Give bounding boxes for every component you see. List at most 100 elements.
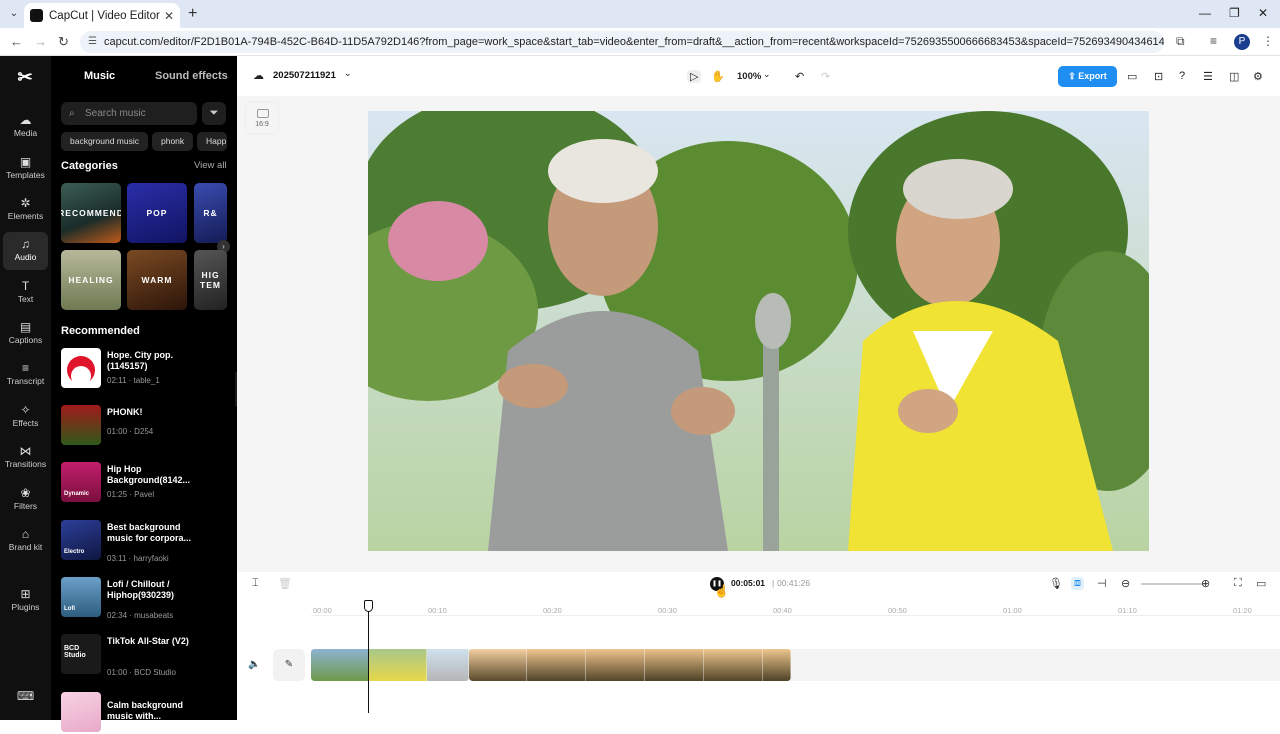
nav-filters[interactable]: ❀ Filters	[3, 481, 48, 519]
text-icon: T	[21, 279, 30, 293]
playhead-handle[interactable]	[364, 600, 373, 612]
zoom-chevron-icon[interactable]: ⌄	[763, 69, 771, 80]
tick-label: 01:10	[1118, 606, 1137, 615]
new-tab-icon[interactable]: +	[188, 5, 197, 23]
notifications-icon[interactable]: ⊡	[1154, 70, 1163, 83]
nav-brand-kit[interactable]: ⌂ Brand kit	[3, 522, 48, 566]
tab-music[interactable]: Music	[84, 70, 115, 82]
zoom-out-icon[interactable]: ⊖	[1121, 577, 1130, 590]
undo-icon[interactable]: ↶	[795, 70, 804, 83]
track-name: TikTok All-Star (V2)	[107, 636, 189, 646]
fit-timeline-icon[interactable]: ⛶	[1234, 577, 1242, 590]
aspect-ratio-button[interactable]: 16:9	[245, 101, 279, 134]
track-item[interactable]: Lofi Lofi / Chillout / Hiphop(930239) 02…	[61, 577, 231, 620]
site-info-icon[interactable]: ☰	[88, 31, 97, 53]
minimize-icon[interactable]: —	[1199, 6, 1211, 20]
layout-icon[interactable]: ◫	[1229, 70, 1239, 83]
category-recommend[interactable]: RECOMMEND	[61, 183, 121, 243]
project-name[interactable]: 202507211921	[273, 70, 336, 81]
category-high-tempo[interactable]: HIG TEM	[194, 250, 227, 310]
cloud-save-icon[interactable]: ☁	[253, 69, 264, 82]
forward-icon[interactable]: →	[34, 34, 47, 49]
close-window-icon[interactable]: ✕	[1258, 6, 1268, 20]
browser-tab-strip: ⌄ CapCut | Video Editor | All-In-O ✕ + —…	[0, 0, 1280, 28]
category-healing[interactable]: HEALING	[61, 250, 121, 310]
track-name: Best background music for corpora...	[107, 522, 192, 543]
zoom-in-icon[interactable]: ⊕	[1201, 577, 1210, 590]
music-note-icon: ♫	[21, 237, 30, 251]
effects-icon: ✧	[20, 403, 31, 417]
menu-icon[interactable]: ⋮	[1262, 34, 1274, 48]
reload-icon[interactable]: ↻	[58, 34, 69, 50]
track-item[interactable]: Electro Best background music for corpor…	[61, 520, 231, 563]
video-clip[interactable]	[311, 649, 469, 681]
nav-elements[interactable]: ✲ Elements	[3, 191, 48, 229]
transitions-icon: ⋈	[19, 444, 32, 458]
split-icon[interactable]: ⌶	[252, 577, 259, 590]
filter-icon[interactable]: ⏷	[202, 102, 226, 125]
delete-icon[interactable]: 🗑	[278, 577, 292, 590]
zoom-level[interactable]: 100%	[737, 71, 761, 82]
restore-icon[interactable]: ❐	[1229, 6, 1240, 20]
nav-captions[interactable]: ▤ Captions	[3, 315, 48, 353]
tick-label: 00:00	[313, 606, 332, 615]
time-ruler[interactable]	[311, 615, 1280, 616]
extensions-icon[interactable]: ⧉	[1176, 34, 1185, 49]
playhead[interactable]	[368, 600, 369, 713]
video-preview[interactable]	[368, 111, 1149, 551]
close-tab-icon[interactable]: ✕	[164, 9, 174, 23]
browser-tab[interactable]: CapCut | Video Editor | All-In-O ✕	[24, 3, 180, 28]
split-scene-icon[interactable]: ⊣	[1097, 577, 1107, 590]
redo-icon[interactable]: ↷	[821, 70, 830, 83]
nav-transcript[interactable]: ≡ Transcript	[3, 356, 48, 394]
category-rnb[interactable]: R&	[194, 183, 227, 243]
media-controls-icon[interactable]: ≡	[1210, 34, 1217, 48]
capcut-logo[interactable]: ✂	[15, 68, 35, 86]
nav-text[interactable]: T Text	[3, 274, 48, 312]
chip-phonk[interactable]: phonk	[152, 132, 194, 151]
keyboard-shortcuts-icon[interactable]: ⌨	[3, 684, 48, 708]
nav-templates[interactable]: ▣ Templates	[3, 150, 48, 188]
tick-label: 00:10	[428, 606, 447, 615]
project-menu-chevron-icon[interactable]: ⌄	[344, 68, 352, 79]
timeline-zoom-slider[interactable]	[1141, 583, 1207, 585]
track-item[interactable]: PHONK! 01:00 · D254	[61, 405, 231, 447]
category-pop[interactable]: POP	[127, 183, 187, 243]
track-thumbnail: Lofi	[61, 577, 101, 617]
hand-pan-icon[interactable]: ✋	[711, 70, 725, 83]
track-volume-icon[interactable]: 🔈	[248, 659, 260, 670]
track-item[interactable]: Hope. City pop.(1145157) 02:11 · table_1	[61, 348, 231, 390]
chip-background-music[interactable]: background music	[61, 132, 148, 151]
track-item[interactable]: Dynamic Hip Hop Background(8142... 01:25…	[61, 462, 231, 504]
stack-icon[interactable]: ☰	[1203, 70, 1213, 83]
comment-icon[interactable]: ▭	[1256, 577, 1266, 590]
nav-audio[interactable]: ♫ Audio	[3, 232, 48, 270]
track-meta: 02:34 · musabeats	[107, 611, 174, 620]
track-item[interactable]: Calm background music with...	[61, 692, 231, 734]
category-warm[interactable]: WARM	[127, 250, 187, 310]
chip-happy[interactable]: Happ	[197, 132, 227, 151]
nav-media[interactable]: ☁ Media	[3, 108, 48, 146]
video-clip[interactable]	[469, 649, 791, 681]
microphone-icon[interactable]: 🎙	[1049, 577, 1063, 590]
nav-effects[interactable]: ✧ Effects	[3, 398, 48, 436]
help-icon[interactable]: ?	[1179, 70, 1185, 82]
auto-snap-icon[interactable]: ⧈	[1071, 577, 1084, 590]
view-all-link[interactable]: View all	[194, 160, 227, 171]
profile-avatar[interactable]: P	[1234, 34, 1250, 50]
upload-icon: ⇪	[1068, 71, 1079, 81]
address-bar[interactable]: ☰ capcut.com/editor/F2D1B01A-794B-452C-B…	[80, 31, 1164, 53]
editor-topbar: ☁ 202507211921 ⌄ ▷ ✋ 100% ⌄ ↶ ↷ ⇪ Export…	[237, 56, 1280, 96]
edit-track-button[interactable]: ✎	[273, 649, 305, 681]
settings-gear-icon[interactable]: ⚙	[1253, 70, 1263, 83]
tab-sound-effects[interactable]: Sound effects	[155, 70, 228, 82]
back-icon[interactable]: ←	[10, 34, 23, 49]
select-pointer-icon[interactable]: ▷	[687, 70, 702, 83]
export-button[interactable]: ⇪ Export	[1058, 66, 1117, 87]
nav-transitions[interactable]: ⋈ Transitions	[3, 439, 48, 477]
search-music-input[interactable]: ⌕ Search music	[61, 102, 197, 125]
nav-plugins[interactable]: ⊞ Plugins	[3, 582, 48, 620]
tab-search-icon[interactable]: ⌄	[6, 6, 22, 22]
present-icon[interactable]: ▭	[1127, 70, 1137, 83]
track-item[interactable]: BCD Studio TikTok All-Star (V2) 01:00 · …	[61, 634, 231, 677]
